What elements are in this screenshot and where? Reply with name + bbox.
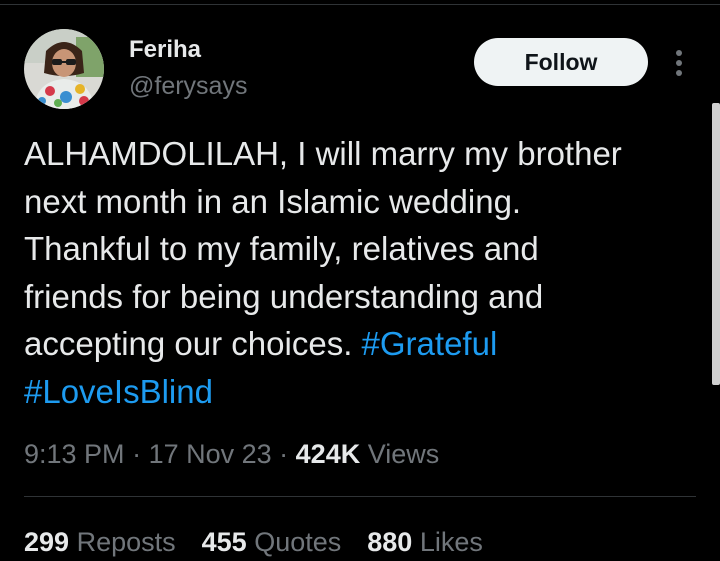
views-label: Views <box>360 439 440 469</box>
quotes-count: 455 <box>201 527 247 557</box>
tweet-meta: 9:13 PM · 17 Nov 23 · 424K Views <box>24 436 439 472</box>
likes-count: 880 <box>367 527 413 557</box>
hashtag-grateful[interactable]: #Grateful <box>362 325 498 362</box>
reposts-label: Reposts <box>69 527 176 557</box>
quotes-stat[interactable]: 455 Quotes <box>202 524 342 560</box>
tweet-body: ALHAMDOLILAH, I will marry my brother ne… <box>24 135 622 362</box>
likes-label: Likes <box>412 527 483 557</box>
reposts-count: 299 <box>24 527 70 557</box>
profile-photo-icon <box>24 29 104 109</box>
user-handle[interactable]: @ferysays <box>129 72 247 100</box>
likes-stat[interactable]: 880 Likes <box>367 524 483 560</box>
stats-divider <box>24 496 696 497</box>
engagement-stats: 299 Reposts 455 Quotes 880 Likes <box>24 524 509 560</box>
top-divider <box>0 4 720 5</box>
scrollbar-thumb[interactable] <box>712 103 720 385</box>
more-vertical-icon[interactable] <box>668 48 690 78</box>
tweet-text: ALHAMDOLILAH, I will marry my brother ne… <box>24 130 706 415</box>
user-name[interactable]: Feriha <box>129 36 201 64</box>
views-count: 424K <box>295 439 361 469</box>
meta-separator: · <box>271 439 296 469</box>
tweet-date[interactable]: 17 Nov 23 <box>149 439 272 469</box>
avatar[interactable] <box>24 29 104 109</box>
tweet-time[interactable]: 9:13 PM <box>24 439 125 469</box>
meta-separator: · <box>124 439 149 469</box>
follow-button[interactable]: Follow <box>474 38 648 86</box>
reposts-stat[interactable]: 299 Reposts <box>24 524 176 560</box>
hashtag-loveisblind[interactable]: #LoveIsBlind <box>24 373 213 410</box>
quotes-label: Quotes <box>246 527 342 557</box>
